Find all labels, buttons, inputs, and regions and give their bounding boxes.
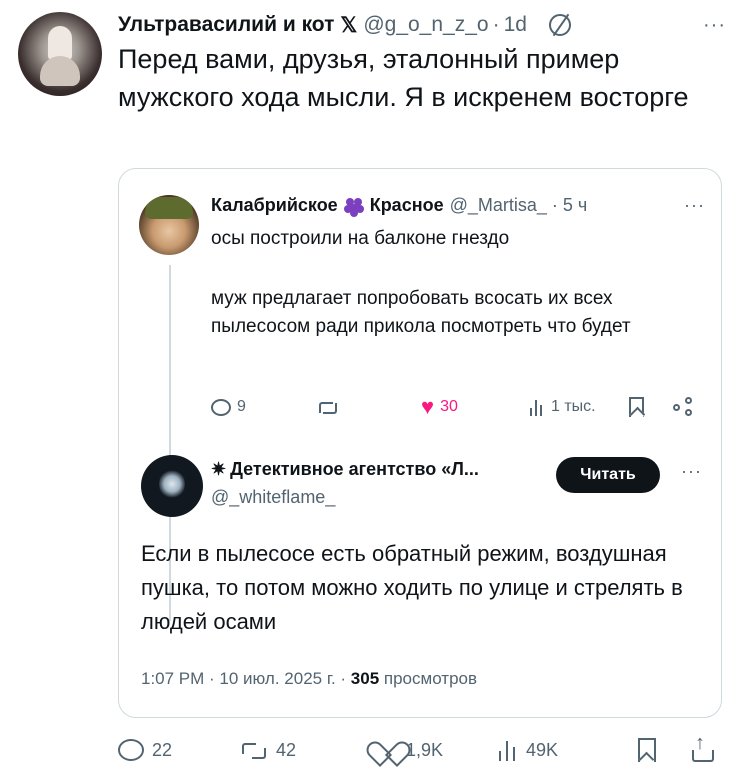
upload-share-icon [692,732,714,762]
avatar-figure-body [40,56,80,86]
quoted-header: Калабрийское Красное @_Martisa_ · 5 ч ··… [211,195,705,217]
quoted-like-count: 30 [440,398,458,415]
grape-emoji-icon [343,196,364,217]
quoted-author-name-part1[interactable]: Калабрийское [211,195,338,216]
quoted-share-button[interactable] [673,393,701,421]
share-button[interactable] [692,732,722,768]
tweet-text: Перед вами, друзья, эталонный пример муж… [118,44,689,112]
like-count: 1,9K [406,739,444,760]
bookmark-icon [638,738,656,762]
tweet-action-bar: 22 42 1,9K 49K [118,732,722,768]
quoted-more-icon[interactable]: ··· [684,195,705,216]
quoted-retweet-button[interactable] [317,393,345,421]
quoted-text-line2: муж предлагает попробовать всосать их вс… [211,288,631,337]
author-name[interactable]: Ультравасилий и кот [118,13,334,37]
quoted-author-name-part2[interactable]: Красное [370,195,444,216]
separator-dot: · [551,195,558,215]
tweet-time[interactable]: 1d [504,13,527,37]
quoted-like-button[interactable]: ♥ 30 [421,393,458,421]
heart-icon [374,739,398,761]
views-button[interactable]: 49K [498,732,558,768]
share-icon [673,397,695,417]
reply-more-icon[interactable]: ··· [681,461,702,482]
x-logo-icon: 𝕏 [340,13,358,37]
views-count: 49K [526,739,559,760]
reply-text: Если в пылесосе есть обратный режим, воз… [141,541,683,634]
grok-icon[interactable] [548,14,571,36]
retweet-count: 42 [276,739,297,760]
reply-author-handle[interactable]: @_whiteflame_ [211,487,335,508]
reply-author-avatar[interactable] [141,455,203,517]
reply-timestamp[interactable]: 1:07 PM · 10 июл. 2025 г. · [141,669,351,688]
reply-author-name: Детективное агентство «Л... [230,459,479,479]
views-icon [498,739,518,761]
quoted-text: осы построили на балконе гнездо муж пред… [211,225,711,341]
read-button[interactable]: Читать [556,457,660,493]
avatar-flower [159,469,185,499]
quoted-reply-button[interactable]: 9 [211,393,246,421]
quoted-time[interactable]: 5 ч [563,195,587,216]
quoted-views-count: 1 тыс. [551,398,596,415]
views-icon [529,398,545,416]
quoted-text-line1: осы построили на балконе гнездо [211,228,510,249]
quoted-tweet-card[interactable]: Калабрийское Красное @_Martisa_ · 5 ч ··… [118,168,722,718]
quoted-author-handle[interactable]: @_Martisa_ [450,195,547,216]
separator-dot: · [492,13,500,36]
reply-icon [118,739,144,761]
quoted-author-avatar[interactable] [139,195,199,255]
quoted-bookmark-button[interactable] [629,393,650,421]
avatar-wreath [145,197,193,219]
like-button[interactable]: 1,9K [374,732,443,768]
author-avatar[interactable] [18,12,102,96]
quoted-action-bar: 9 ♥ 30 1 тыс. [211,393,701,421]
reply-author[interactable]: ✷ Детективное агентство «Л... [211,459,479,480]
quoted-reply-count: 9 [237,398,246,415]
star-icon: ✷ [211,459,227,479]
retweet-icon [317,399,339,415]
reply-views-label: просмотров [379,669,478,688]
retweet-button[interactable]: 42 [240,732,296,768]
reply-meta: 1:07 PM · 10 июл. 2025 г. · 305 просмотр… [141,669,477,689]
avatar-figure-head [48,26,72,60]
more-options-icon[interactable]: ··· [703,14,726,37]
quoted-views-button[interactable]: 1 тыс. [529,393,596,421]
retweet-icon [240,740,268,760]
reply-count: 22 [152,739,173,760]
author-handle[interactable]: @g_o_n_z_o [363,13,488,37]
tweet-header: Ультравасилий и кот 𝕏 @g_o_n_z_o · 1d ··… [118,10,726,40]
reply-views-count: 305 [350,669,380,688]
reply-icon [211,398,231,416]
bookmark-button[interactable] [638,732,664,768]
bookmark-icon [629,397,644,417]
reply-button[interactable]: 22 [118,732,172,768]
heart-filled-icon: ♥ [421,394,435,419]
